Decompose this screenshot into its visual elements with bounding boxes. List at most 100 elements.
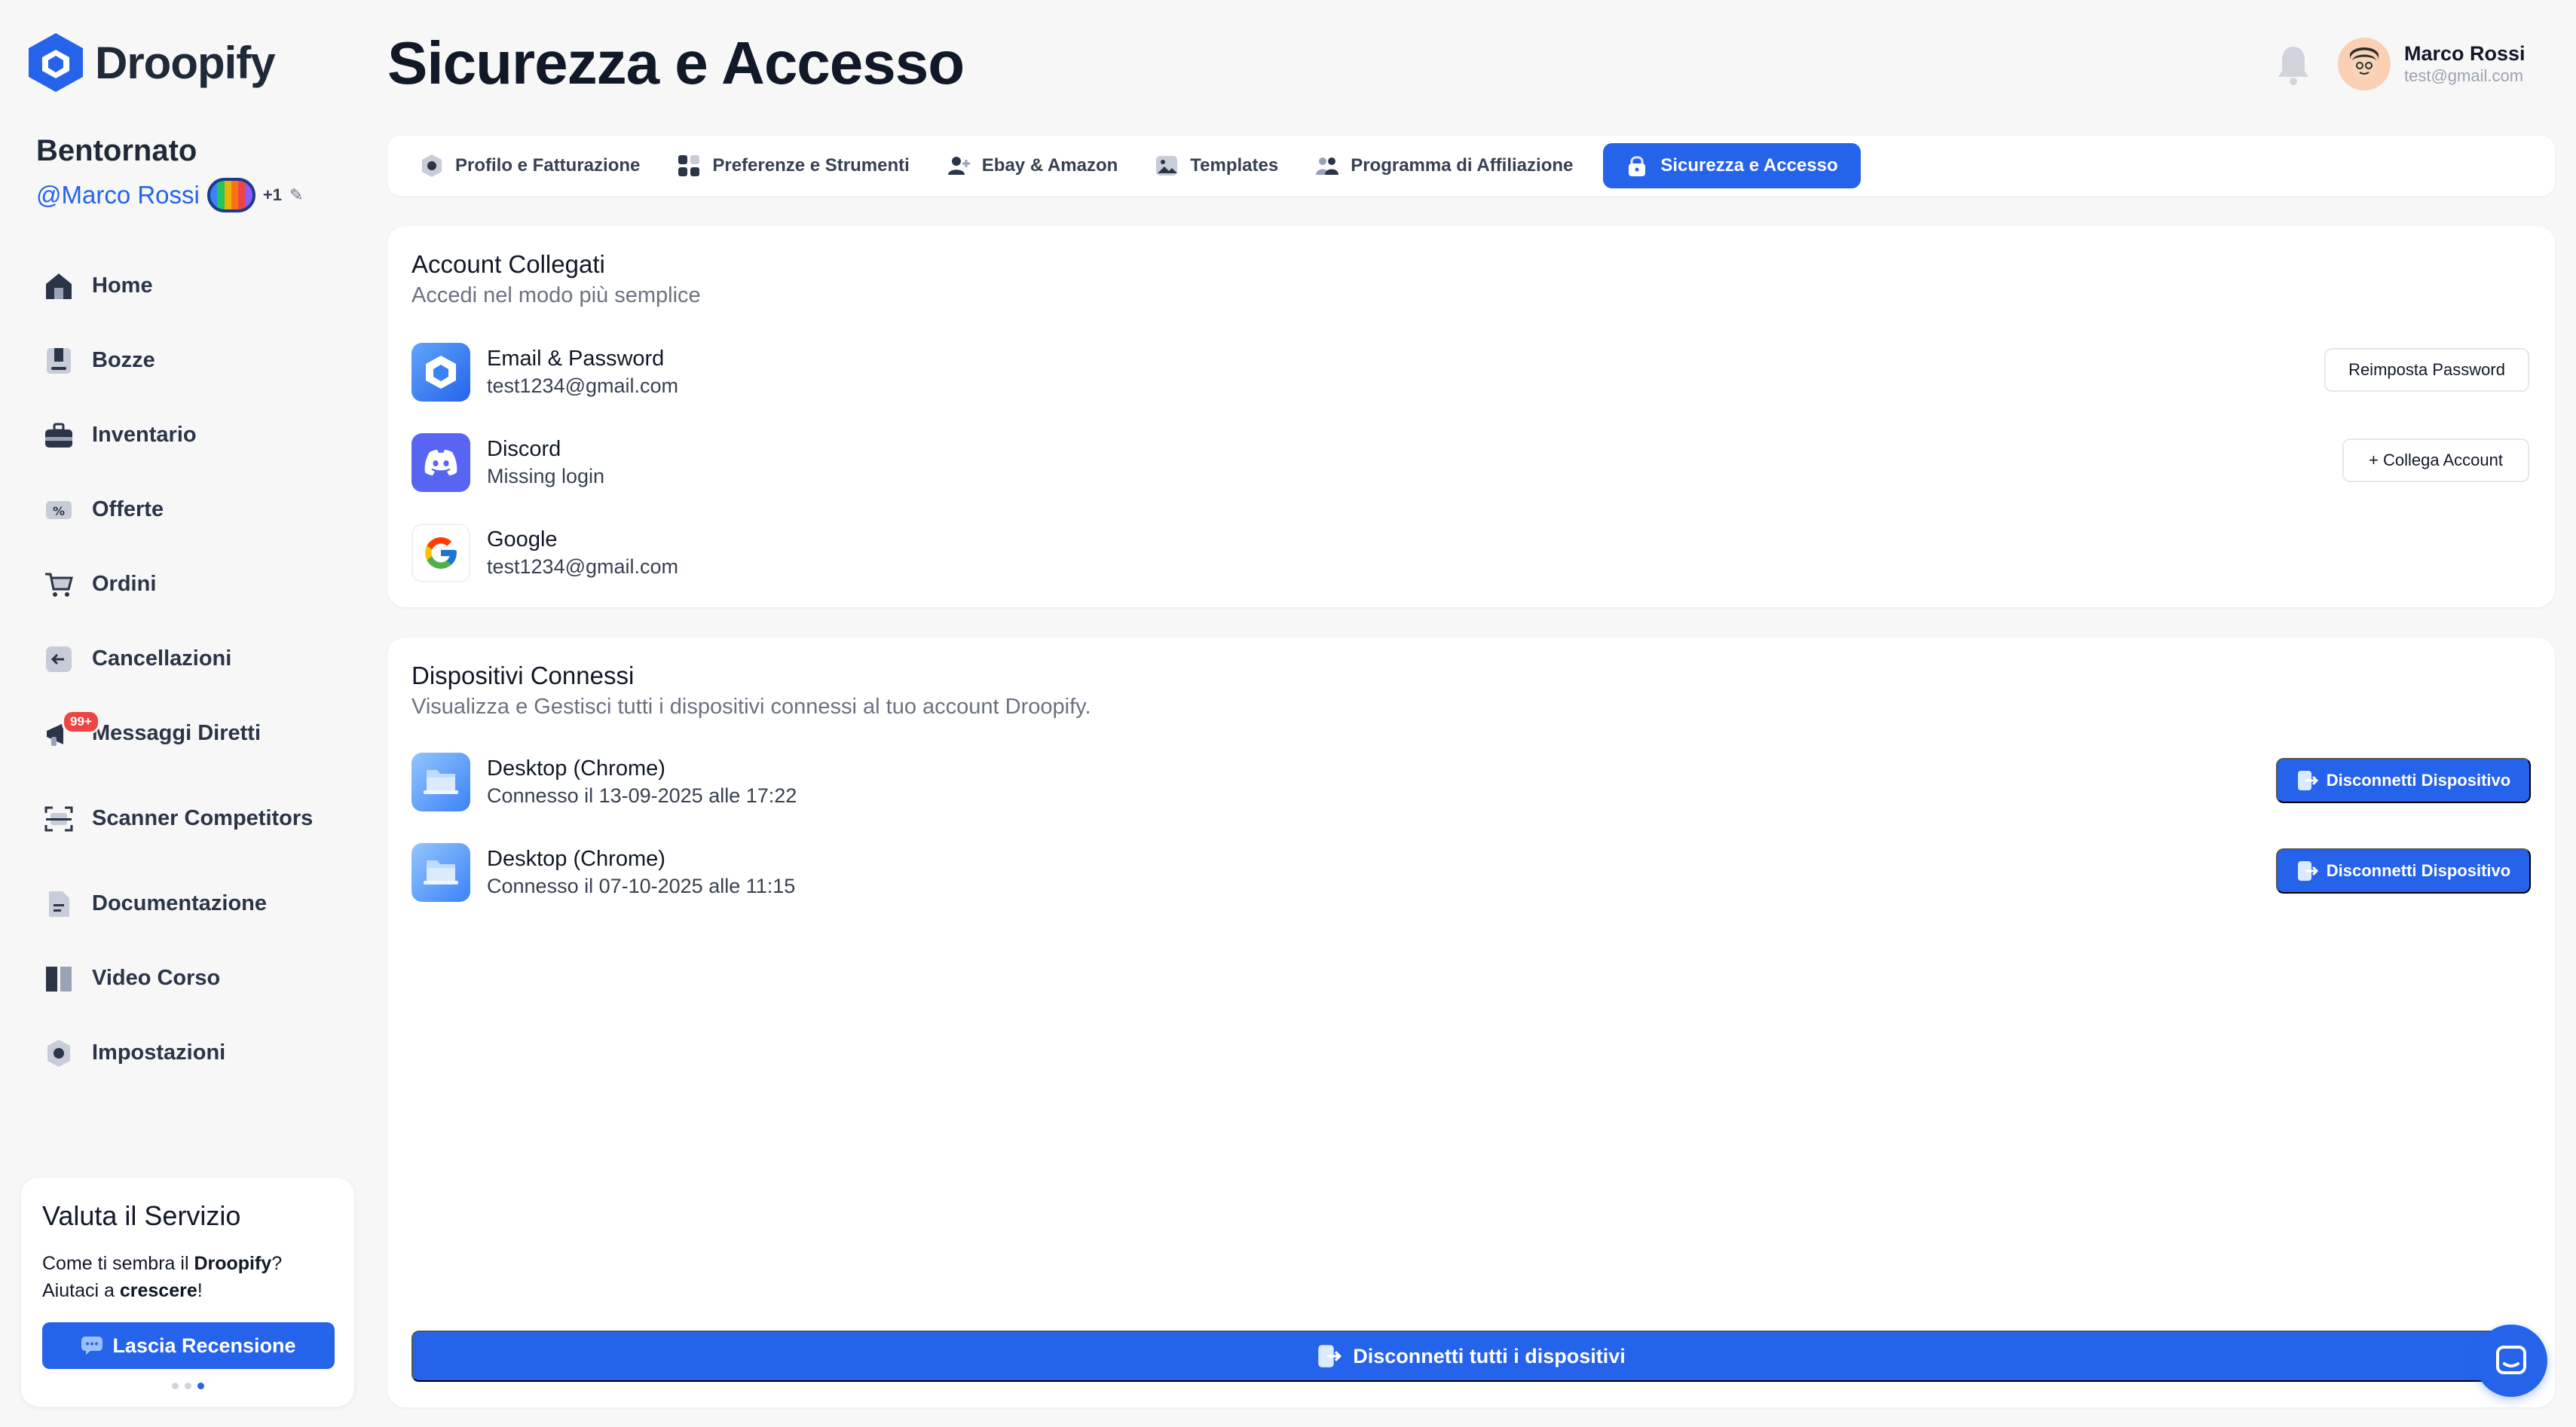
cart-icon (42, 568, 75, 601)
home-icon (42, 270, 75, 303)
logout-icon (1318, 1345, 1342, 1367)
tab-label: Preferenze e Strumenti (712, 155, 910, 176)
review-card: Valuta il Servizio Come ti sembra il Dro… (21, 1178, 354, 1407)
leave-review-label: Lascia Recensione (112, 1334, 296, 1357)
sidebar-item-ordini[interactable]: Ordini (42, 547, 359, 622)
account-name: Discord (487, 437, 561, 461)
user-handle-row: @Marco Rossi +1 ✎ (36, 178, 303, 212)
account-row-google: Google test1234@gmail.com (411, 524, 678, 582)
sidebar-item-documentazione[interactable]: Documentazione (42, 866, 359, 941)
account-detail: test1234@gmail.com (487, 555, 679, 578)
sidebar-item-label: Cancellazioni (92, 646, 232, 671)
carousel-dots (42, 1383, 333, 1389)
sidebar-nav: Home Bozze Inventario % Offerte Ordini C… (42, 249, 359, 1090)
account-row-email: Email & Password test1234@gmail.com (411, 343, 678, 402)
tab-label: Programma di Affiliazione (1351, 155, 1574, 176)
linked-accounts-title: Account Collegati (411, 250, 605, 278)
sidebar: Droopify Bentornato @Marco Rossi +1 ✎ Ho… (0, 0, 369, 1427)
connected-devices-card: Dispositivi Connessi Visualizza e Gestis… (387, 637, 2555, 1407)
image-icon (1154, 153, 1179, 179)
sidebar-item-label: Bozze (92, 348, 155, 372)
lock-icon (1624, 153, 1650, 179)
sidebar-item-label: Offerte (92, 497, 164, 521)
tab-sicurezza-accesso[interactable]: Sicurezza e Accesso (1603, 143, 1861, 188)
discord-icon (411, 433, 470, 492)
tab-label: Sicurezza e Accesso (1660, 155, 1838, 176)
sidebar-item-impostazioni[interactable]: Impostazioni (42, 1016, 359, 1090)
sidebar-item-inventario[interactable]: Inventario (42, 398, 359, 472)
chat-bubble-icon (81, 1337, 103, 1355)
drafts-icon (42, 344, 75, 377)
reset-password-button[interactable]: Reimposta Password (2324, 348, 2529, 392)
carousel-dot[interactable] (171, 1383, 179, 1389)
tab-ebay-amazon[interactable]: Ebay & Amazon (940, 143, 1140, 188)
account-detail: test1234@gmail.com (487, 374, 679, 397)
sidebar-item-video-corso[interactable]: Video Corso (42, 941, 359, 1016)
disconnect-all-devices-button[interactable]: Disconnetti tutti i dispositivi (411, 1331, 2531, 1382)
droopify-logo-icon (29, 33, 83, 92)
user-handle[interactable]: @Marco Rossi (36, 181, 200, 209)
sidebar-item-bozze[interactable]: Bozze (42, 323, 359, 398)
settings-tabs: Profilo e Fatturazione Preferenze e Stru… (387, 136, 2555, 196)
unread-badge: 99+ (62, 710, 100, 734)
scanner-icon (42, 802, 75, 836)
avatar[interactable] (2338, 38, 2391, 90)
droopify-logo-icon (411, 343, 470, 402)
sidebar-item-label: Documentazione (92, 891, 268, 915)
review-text: Come ti sembra il Droopify? Aiutaci a cr… (42, 1253, 283, 1301)
linked-accounts-card: Account Collegati Accedi nel modo più se… (387, 226, 2555, 607)
team-avatars[interactable] (207, 178, 255, 212)
google-icon (411, 524, 470, 582)
disconnect-device-label: Disconnetti Dispositivo (2326, 771, 2511, 790)
sidebar-item-label: Video Corso (92, 966, 221, 990)
tab-templates[interactable]: Templates (1148, 143, 1301, 188)
support-chat-button[interactable] (2475, 1325, 2547, 1397)
sidebar-item-cancellazioni[interactable]: Cancellazioni (42, 622, 359, 696)
sidebar-item-messaggi-diretti[interactable]: 99+ Messaggi Diretti (42, 696, 359, 771)
tools-grid-icon (676, 153, 702, 179)
logo[interactable]: Droopify (27, 32, 276, 93)
logout-icon (2297, 861, 2318, 881)
laptop-icon (411, 843, 470, 902)
carousel-dot-active[interactable] (197, 1383, 204, 1389)
brand-name: Droopify (95, 37, 276, 88)
device-row: Desktop (Chrome) Connesso il 13-09-2025 … (411, 753, 797, 811)
tab-preferenze-strumenti[interactable]: Preferenze e Strumenti (670, 143, 932, 188)
review-title: Valuta il Servizio (42, 1200, 241, 1231)
document-icon (42, 888, 75, 921)
team-extra-count: +1 (262, 185, 282, 204)
bell-icon[interactable] (2276, 44, 2311, 86)
tab-label: Profilo e Fatturazione (455, 155, 641, 176)
account-row-discord: Discord Missing login (411, 433, 604, 492)
edit-pencil-icon[interactable]: ✎ (289, 185, 303, 205)
connected-devices-title: Dispositivi Connessi (411, 662, 635, 689)
link-account-button[interactable]: + Collega Account (2342, 438, 2529, 482)
arrow-left-box-icon (42, 643, 75, 676)
sidebar-item-home[interactable]: Home (42, 249, 359, 323)
profile-gear-icon (419, 153, 445, 179)
account-name: Email & Password (487, 347, 665, 371)
user-name: Marco Rossi (2404, 42, 2526, 65)
disconnect-device-button[interactable]: Disconnetti Dispositivo (2276, 758, 2531, 803)
tab-label: Ebay & Amazon (981, 155, 1118, 176)
device-name: Desktop (Chrome) (487, 756, 665, 781)
offer-tag-icon: % (42, 493, 75, 527)
account-name: Google (487, 527, 558, 552)
sidebar-item-label: Scanner Competitors (92, 806, 314, 830)
laptop-icon (411, 753, 470, 811)
linked-accounts-subtitle: Accedi nel modo più semplice (411, 283, 701, 307)
tab-profilo-fatturazione[interactable]: Profilo e Fatturazione (413, 143, 662, 188)
gear-icon (42, 1037, 75, 1070)
chat-icon (2496, 1346, 2526, 1374)
disconnect-device-label: Disconnetti Dispositivo (2326, 861, 2511, 880)
sidebar-item-scanner-competitors[interactable]: Scanner Competitors (42, 781, 359, 856)
device-row: Desktop (Chrome) Connesso il 07-10-2025 … (411, 843, 795, 902)
disconnect-device-button[interactable]: Disconnetti Dispositivo (2276, 848, 2531, 894)
page-title: Sicurezza e Accesso (387, 29, 965, 96)
leave-review-button[interactable]: Lascia Recensione (42, 1322, 335, 1369)
tab-label: Templates (1190, 155, 1279, 176)
carousel-dot[interactable] (184, 1383, 191, 1389)
sidebar-item-label: Inventario (92, 423, 197, 447)
tab-programma-affiliazione[interactable]: Programma di Affiliazione (1308, 143, 1595, 188)
sidebar-item-offerte[interactable]: % Offerte (42, 472, 359, 547)
